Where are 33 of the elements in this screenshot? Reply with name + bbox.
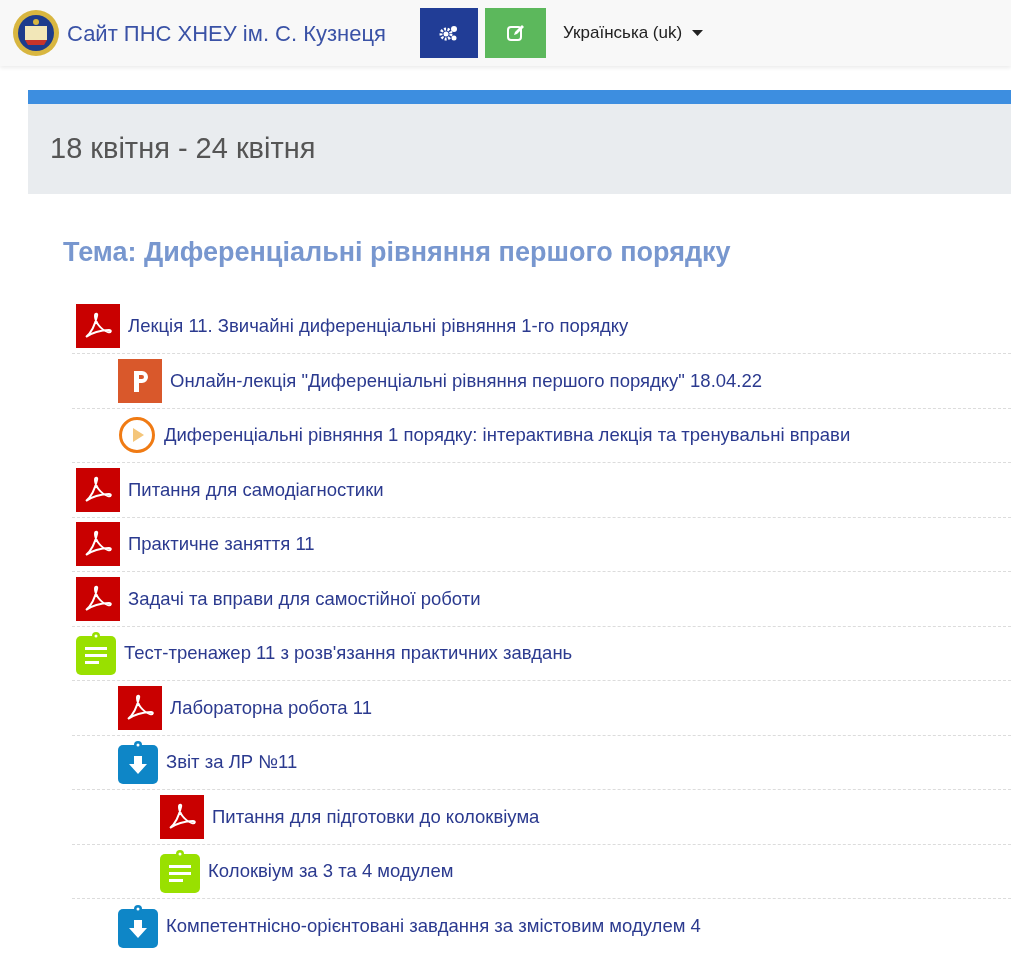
activity-link[interactable]: Питання для підготовки до колоквіума (212, 802, 540, 831)
acrobat-file-icon (160, 794, 204, 839)
acrobat-file-icon (76, 576, 120, 621)
acrobat-file-icon (76, 522, 120, 567)
activity-link[interactable]: Онлайн-лекція "Диференціальні рівняння першого порядку" 18.04.22 (170, 366, 763, 395)
activity-link[interactable]: Практичне заняття 11 (128, 530, 315, 559)
activity-link[interactable]: Диференціальні рівняння 1 порядку: інтерактивна лекція та тренувальні вправи (164, 421, 851, 450)
activity-link[interactable]: Компетентнісно-орієнтовані завдання за змістовим модулем 4 (166, 911, 701, 940)
section-title: 18 квітня - 24 квітня (50, 131, 316, 167)
site-title-link[interactable]: Сайт ПНС ХНЕУ ім. С. Кузнеця (67, 16, 387, 50)
caret-icon (692, 30, 704, 36)
acrobat-file-icon (118, 685, 162, 730)
activity-link[interactable]: Тест-тренажер 11 з розв'язання практичних завдань (124, 639, 573, 668)
activity-link[interactable]: Лабораторна робота 11 (170, 693, 372, 722)
activity-link[interactable]: Питання для самодіагностики (128, 475, 384, 504)
clipboard-download-icon (118, 740, 158, 785)
presentation-file-icon (118, 358, 162, 403)
acrobat-file-icon (76, 467, 120, 512)
edit-icon (505, 24, 526, 42)
university-logo-icon[interactable] (12, 9, 60, 57)
activity-link[interactable]: Лекція 11. Звичайні диференціальні рівняння 1-го порядку (128, 311, 629, 340)
activity-link[interactable]: Задачі та вправи для самостійної роботи (128, 584, 481, 613)
clipboard-download-icon (118, 903, 158, 948)
topic-heading: Тема: Диференціальні рівняння першого порядку (63, 236, 732, 269)
acrobat-file-icon (76, 303, 120, 348)
gears-icon (439, 24, 460, 42)
clipboard-list-icon (160, 849, 200, 894)
activity-link[interactable]: Колоквіум за 3 та 4 модулем (208, 857, 454, 886)
play-circle-icon (118, 416, 156, 455)
activity-link[interactable]: Звіт за ЛР №11 (166, 748, 298, 777)
language-dropdown[interactable]: Українська (uk) (563, 20, 704, 46)
settings-button[interactable] (420, 8, 479, 58)
clipboard-list-icon (76, 631, 116, 676)
